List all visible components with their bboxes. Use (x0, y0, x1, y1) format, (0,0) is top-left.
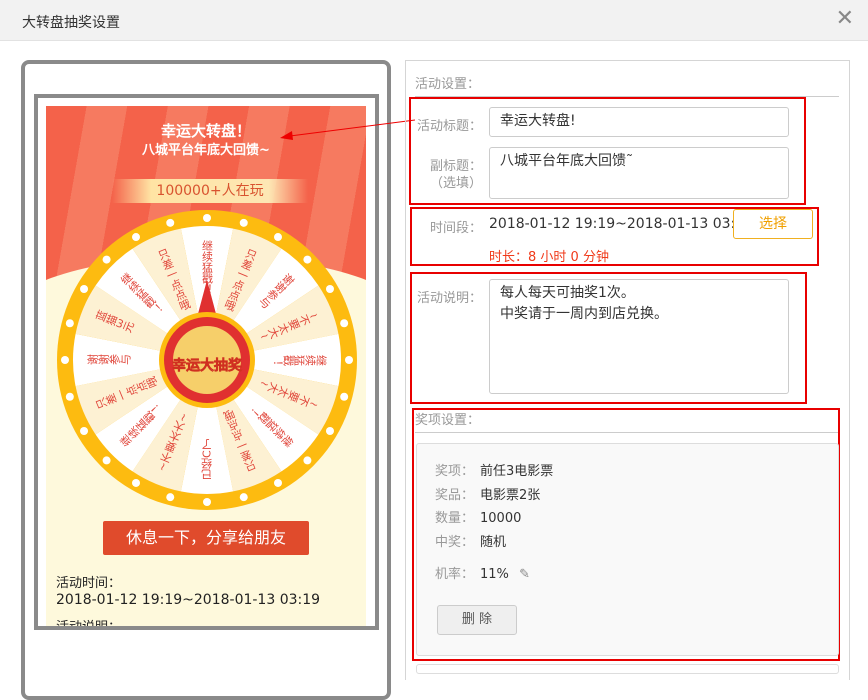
prize-row-probability: 机率： 11% ✎ (435, 567, 530, 582)
subtitle-input[interactable]: 八城平台年底大回馈˜ (489, 147, 789, 199)
subtitle-optional-hint: （选填） (429, 176, 482, 191)
prize-row-win-mode: 中奖： 随机 (435, 535, 507, 550)
activity-settings-heading: 活动设置： (415, 77, 481, 92)
duration-text: 时长：8 小时 0 分钟 (489, 250, 609, 265)
edit-pencil-icon[interactable]: ✎ (519, 567, 530, 582)
prize-row-item: 奖项： 前任3电影票 (435, 464, 554, 479)
delete-prize-button[interactable]: 删 除 (437, 605, 517, 635)
period-value: 2018-01-12 19:19~2018-01-13 03:19 (489, 216, 754, 232)
prize-card: 奖项： 前任3电影票 奖品： 电影票2张 数量： 10000 中奖： 随机 机率： 11%… (416, 443, 839, 656)
title-input[interactable]: 幸运大转盘! (489, 107, 789, 137)
select-period-button[interactable]: 选择 (733, 209, 813, 239)
period-label: 时间段： (429, 221, 482, 236)
desc-textarea[interactable]: 每人每天可抽奖1次。 中奖请于一周内到店兑换。 (489, 279, 789, 394)
desc-label: 活动说明： (416, 291, 482, 306)
title-label: 活动标题： (416, 119, 482, 134)
prize-row-quantity: 数量： 10000 (435, 511, 522, 526)
prize-row-product: 奖品： 电影票2张 (435, 488, 541, 503)
prize-settings-heading: 奖项设置： (415, 413, 481, 428)
next-prize-card (416, 664, 839, 674)
